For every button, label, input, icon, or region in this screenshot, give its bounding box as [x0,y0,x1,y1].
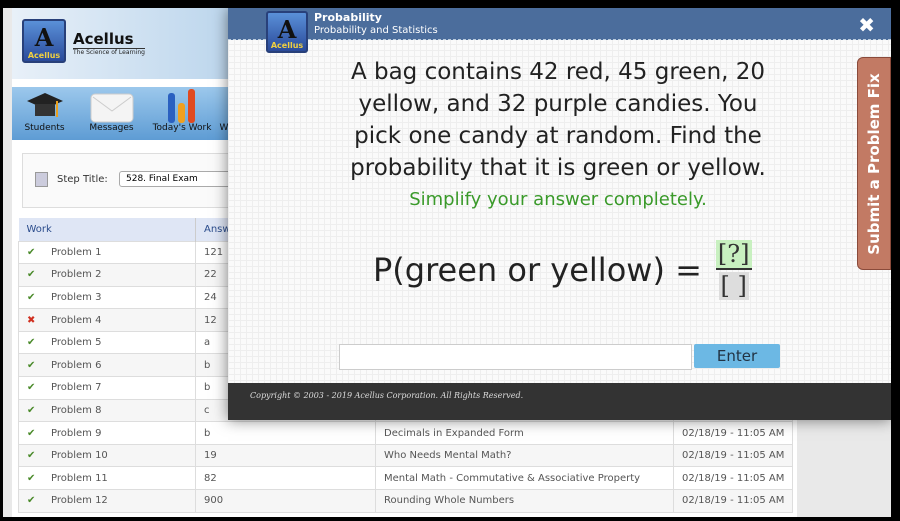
check-icon: ✔ [27,495,36,507]
table-row[interactable]: ✔ Problem 9 b Decimals in Expanded Form 0… [18,421,793,445]
work-cell[interactable]: ✔ Problem 2 [18,263,196,287]
toolbar-students[interactable]: Students [17,87,72,140]
table-row[interactable]: ✔ Problem 12 900 Rounding Whole Numbers 0… [18,489,793,513]
title-cell: Who Needs Mental Math? [375,443,674,468]
check-icon: ✔ [27,427,36,439]
toolbar-messages[interactable]: Messages [84,87,139,140]
work-cell[interactable]: ✖ Problem 4 [18,308,196,332]
step-title-label: Step Title: [57,174,108,185]
expression-label: P(green or yellow) = [373,251,702,289]
question-text: A bag contains 42 red, 45 green, 20 yell… [350,59,766,181]
table-row[interactable]: ✔ Problem 11 82 Mental Math - Commutative… [18,466,793,491]
check-icon: ✔ [27,472,36,484]
title-cell: Mental Math - Commutative & Associative … [375,466,674,491]
work-cell[interactable]: ✔ Problem 9 [18,421,196,445]
answer-cell: 900 [195,489,376,513]
work-cell[interactable]: ✔ Problem 12 [18,489,196,513]
modal-subtitle: Probability and Statistics [314,25,438,36]
envelope-icon [84,87,139,123]
work-cell[interactable]: ✔ Problem 11 [18,466,196,491]
acellus-logo: A Acellus [266,11,308,53]
title-cell: Rounding Whole Numbers [375,489,674,513]
date-cell: 02/18/19 - 11:05 AM [673,421,793,445]
check-icon: ✔ [27,337,36,349]
answer-expression: P(green or yellow) = [?] [ ] [373,240,752,300]
work-cell[interactable]: ✔ Problem 3 [18,285,196,310]
enter-button[interactable]: Enter [694,344,780,368]
copyright: Copyright © 2003 - 2019 Acellus Corporat… [250,391,524,400]
brand-tagline: The Science of Learning [73,49,145,56]
work-cell[interactable]: ✔ Problem 8 [18,398,196,423]
toolbar-todays-work[interactable]: Today's Work [150,87,214,140]
work-cell[interactable]: ✔ Problem 5 [18,330,196,355]
submit-problem-fix-tab[interactable]: Submit a Problem Fix [857,57,891,270]
screen: A Acellus Acellus The Science of Learning… [3,8,891,517]
fraction: [?] [ ] [715,240,752,300]
header-work[interactable]: Work [18,218,196,241]
check-icon: ✔ [27,359,36,371]
modal-header: A Acellus Probability Probability and Sta… [228,8,891,53]
title-cell: Decimals in Expanded Form [375,421,674,445]
check-icon: ✔ [27,404,36,416]
document-icon [35,172,48,187]
check-icon: ✔ [27,269,36,281]
close-icon[interactable]: ✖ [858,13,875,37]
bar-chart-icon [150,87,214,123]
answer-cell: 19 [195,443,376,468]
answer-cell: b [195,421,376,445]
graduation-cap-icon [17,87,72,123]
brand: Acellus The Science of Learning [73,30,145,56]
check-icon: ✔ [27,291,36,303]
check-icon: ✔ [27,246,36,258]
instruction-text: Simplify your answer completely. [409,189,707,210]
answer-cell: 82 [195,466,376,491]
work-cell[interactable]: ✔ Problem 6 [18,353,196,378]
brand-name: Acellus [73,30,145,49]
date-cell: 02/18/19 - 11:05 AM [673,443,793,468]
check-icon: ✔ [27,450,36,462]
work-cell[interactable]: ✔ Problem 1 [18,240,196,265]
problem-modal: A Acellus Probability Probability and Sta… [228,8,891,420]
answer-input[interactable] [339,344,692,370]
modal-footer: Copyright © 2003 - 2019 Acellus Corporat… [228,383,891,420]
modal-title: Probability [314,11,382,24]
x-icon: ✖ [27,314,36,326]
work-cell[interactable]: ✔ Problem 7 [18,376,196,400]
date-cell: 02/18/19 - 11:05 AM [673,489,793,513]
denominator-slot[interactable]: [ ] [718,272,749,300]
date-cell: 02/18/19 - 11:05 AM [673,466,793,491]
check-icon: ✔ [27,382,36,394]
work-cell[interactable]: ✔ Problem 10 [18,443,196,468]
acellus-logo: A Acellus [22,19,66,63]
numerator-slot[interactable]: [?] [715,240,752,270]
table-row[interactable]: ✔ Problem 10 19 Who Needs Mental Math? 02… [18,443,793,468]
